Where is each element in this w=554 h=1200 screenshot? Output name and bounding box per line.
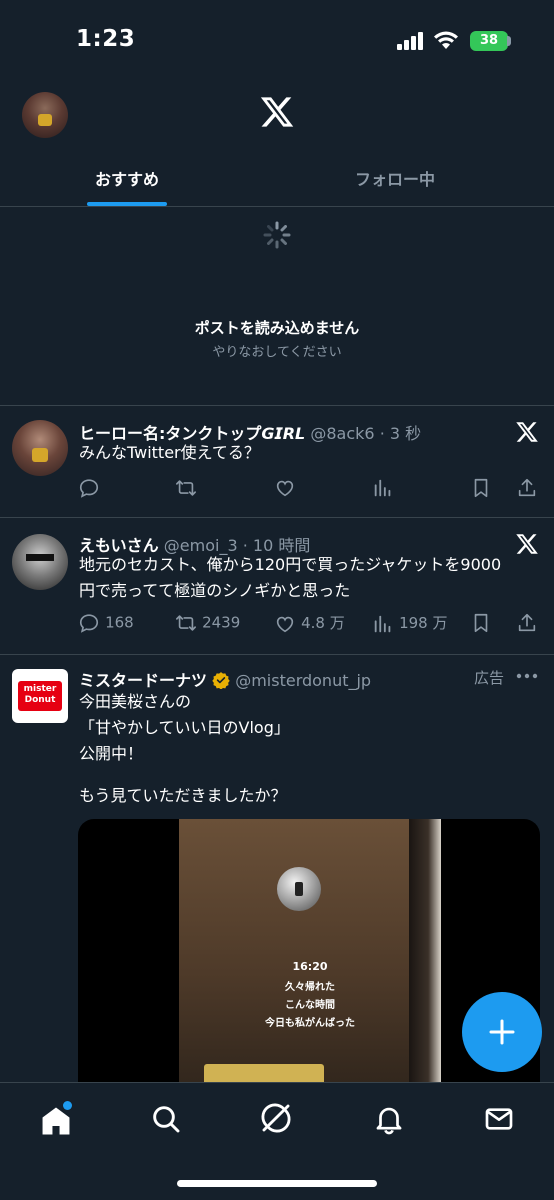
video-caption: 久々帰れた: [285, 982, 335, 993]
reply-icon: [79, 614, 99, 633]
error-subtitle[interactable]: やりなおしてください: [0, 341, 554, 360]
share-icon[interactable]: [516, 612, 538, 634]
post-text-line: 円で売ってて極道のシノギかと思った: [79, 581, 351, 600]
search-icon[interactable]: [150, 1103, 182, 1135]
repost-icon: [176, 615, 196, 631]
tab-recommended[interactable]: おすすめ: [60, 160, 194, 206]
views-count: 198 万: [399, 614, 448, 632]
home-indicator: [177, 1180, 377, 1187]
video-caption: こんな時間: [285, 1000, 335, 1011]
like-count: 4.8 万: [301, 614, 345, 632]
post-avatar[interactable]: [12, 420, 68, 476]
video-caption: 16:20: [292, 960, 328, 973]
compose-icon: [489, 1019, 515, 1045]
post-author-handle[interactable]: @misterdonut_jp: [235, 671, 371, 690]
post-2[interactable]: えもいさん @emoi_3 · 10 時間 地元のセカスト、俺から120円で買っ…: [0, 518, 554, 654]
bookmark-icon[interactable]: [470, 612, 492, 634]
post-text: みんなTwitter使えてる？: [79, 443, 260, 462]
nav-home-badge: [63, 1101, 72, 1110]
post-1[interactable]: ヒーロー名:タンクトップ𝙂𝙄𝙍𝙇 @8ack6 · 3 秒 みんなTwitter…: [0, 406, 554, 517]
x-logo-icon[interactable]: [258, 94, 296, 130]
ad-text-line: 「甘やかしていい日のVlog」: [79, 718, 290, 737]
like-action[interactable]: 4.8 万: [274, 612, 345, 635]
battery-tip: [507, 36, 511, 46]
ad-label: 広告: [474, 669, 505, 687]
like-icon: [276, 616, 294, 632]
spinner-icon: [263, 221, 291, 249]
post-avatar[interactable]: [12, 534, 68, 590]
views-action[interactable]: 198 万: [372, 612, 448, 635]
views-icon[interactable]: [372, 477, 394, 499]
status-time: 1:23: [76, 26, 136, 52]
profile-avatar[interactable]: [22, 92, 68, 138]
status-bar: 1:23 38: [0, 0, 554, 80]
share-icon[interactable]: [516, 477, 538, 499]
repost-action[interactable]: 2439: [175, 612, 240, 634]
ad-text-line: 今田美桜さんの: [79, 692, 192, 711]
grok-icon[interactable]: [259, 1101, 293, 1135]
post-text-line: 地元のセカスト、俺から120円で買ったジャケットを9000: [79, 555, 502, 574]
x-logo-icon[interactable]: [515, 532, 539, 556]
post-author-name[interactable]: ミスタードーナツ: [79, 671, 207, 690]
error-title: ポストを読み込めません: [194, 319, 360, 337]
wifi-icon: [434, 31, 458, 49]
signal-icon: [397, 32, 423, 50]
messages-icon[interactable]: [483, 1103, 515, 1135]
ad-avatar[interactable]: mister Donut: [12, 669, 68, 723]
ad-text-line: もう見ていただきましたか？: [79, 786, 287, 805]
post-dot: ·: [379, 424, 385, 443]
reply-action[interactable]: 168: [78, 612, 134, 634]
battery-indicator: 38: [470, 31, 508, 51]
like-icon[interactable]: [274, 477, 296, 499]
ad-text-line: 公開中！: [79, 744, 144, 763]
verified-badge-icon: [212, 672, 230, 690]
reply-count: 168: [105, 613, 134, 632]
more-icon[interactable]: [516, 670, 538, 682]
repost-count: 2439: [202, 613, 241, 632]
tab-label: おすすめ: [94, 170, 159, 189]
compose-button[interactable]: [462, 992, 542, 1072]
header-divider: [0, 206, 554, 207]
tab-label: フォロー中: [354, 170, 435, 189]
repost-icon[interactable]: [175, 477, 197, 499]
notifications-icon[interactable]: [372, 1102, 406, 1136]
ad-avatar-logo-text: mister Donut: [23, 684, 57, 705]
door-handle: [204, 1064, 324, 1082]
video-caption: 今日も私がんばった: [265, 1018, 355, 1029]
nav-home[interactable]: [36, 1101, 76, 1141]
tab-following[interactable]: フォロー中: [330, 160, 460, 206]
door-knob: [277, 867, 321, 911]
bookmark-icon[interactable]: [470, 477, 492, 499]
reply-icon[interactable]: [78, 477, 100, 499]
x-logo-icon[interactable]: [515, 420, 539, 444]
post-author-handle[interactable]: @8ack6: [310, 424, 374, 443]
views-icon: [374, 615, 391, 632]
post-time: 3 秒: [389, 424, 422, 443]
video-frame: [179, 819, 441, 1082]
